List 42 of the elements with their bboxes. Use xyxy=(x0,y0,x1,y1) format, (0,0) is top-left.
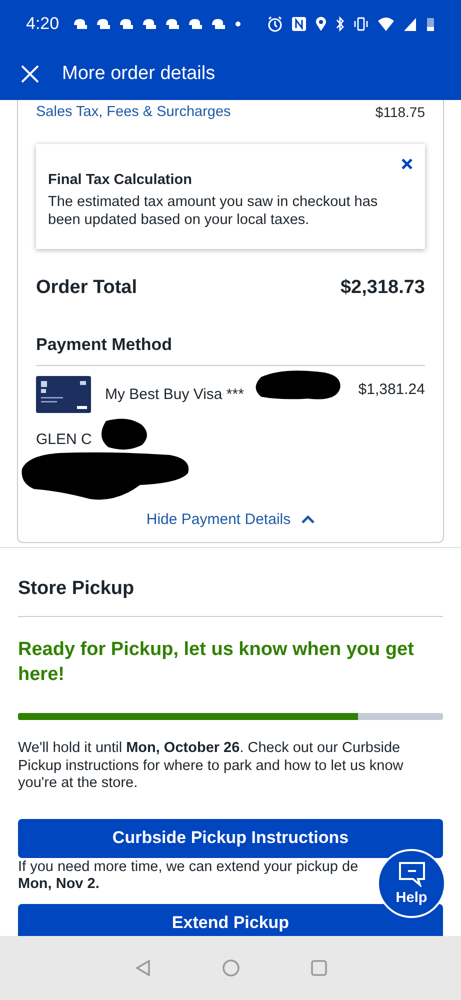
notification-icon xyxy=(119,18,134,30)
signal-icon xyxy=(403,16,417,32)
hide-payment-details-link[interactable]: Hide Payment Details xyxy=(146,511,315,528)
close-icon[interactable] xyxy=(20,64,40,84)
extend-pickup-button[interactable]: Extend Pickup xyxy=(18,904,443,936)
order-total-label: Order Total xyxy=(36,277,137,299)
notice-text: The estimated tax amount you saw in checkout has been updated based on your local taxes. xyxy=(48,193,379,229)
credit-card-icon xyxy=(36,376,91,413)
status-time: 4:20 xyxy=(26,14,60,34)
store-pickup-heading: Store Pickup xyxy=(18,548,443,617)
hold-text: We'll hold it until Mon, October 26. Check out our Curbside Pickup instructions for where to park and how to let us know you're at the store. xyxy=(18,740,404,792)
alarm-icon xyxy=(267,16,283,32)
notice-title: Final Tax Calculation xyxy=(48,172,193,188)
curbside-instructions-button[interactable]: Curbside Pickup Instructions xyxy=(18,818,443,858)
notification-icon xyxy=(165,18,180,30)
wifi-icon xyxy=(377,16,395,32)
vibrate-icon xyxy=(353,16,369,32)
extend-note: If you need more time, we can extend your pickup de Mon, Nov 2. xyxy=(18,858,360,894)
home-icon[interactable] xyxy=(222,959,240,977)
order-total-amount: $2,318.73 xyxy=(340,277,425,299)
notification-icon xyxy=(142,18,158,30)
battery-icon xyxy=(425,16,435,32)
card-amount: $1,381.24 xyxy=(358,381,425,398)
page-title: More order details xyxy=(62,63,216,85)
notification-icon xyxy=(73,18,88,30)
nfc-icon xyxy=(291,16,307,32)
notification-icon xyxy=(211,18,226,30)
notification-icon xyxy=(96,18,112,30)
tax-fees-amount: $118.75 xyxy=(375,104,425,120)
payment-heading: Payment Method xyxy=(36,335,425,366)
card-name: My Best Buy Visa *** xyxy=(105,386,244,403)
bluetooth-icon xyxy=(335,16,345,32)
back-icon[interactable] xyxy=(134,959,152,977)
close-button[interactable] xyxy=(399,156,415,172)
pickup-status: Ready for Pickup, let us know when you get here! xyxy=(18,638,415,687)
tax-fees-link[interactable]: Sales Tax, Fees & Surcharges xyxy=(36,104,231,120)
cardholder-name: GLEN C xyxy=(36,431,92,448)
recents-icon[interactable] xyxy=(310,959,328,977)
notification-icon xyxy=(188,18,204,30)
chevron-icon xyxy=(300,515,315,524)
location-icon xyxy=(315,16,327,32)
chat-icon xyxy=(398,861,426,887)
